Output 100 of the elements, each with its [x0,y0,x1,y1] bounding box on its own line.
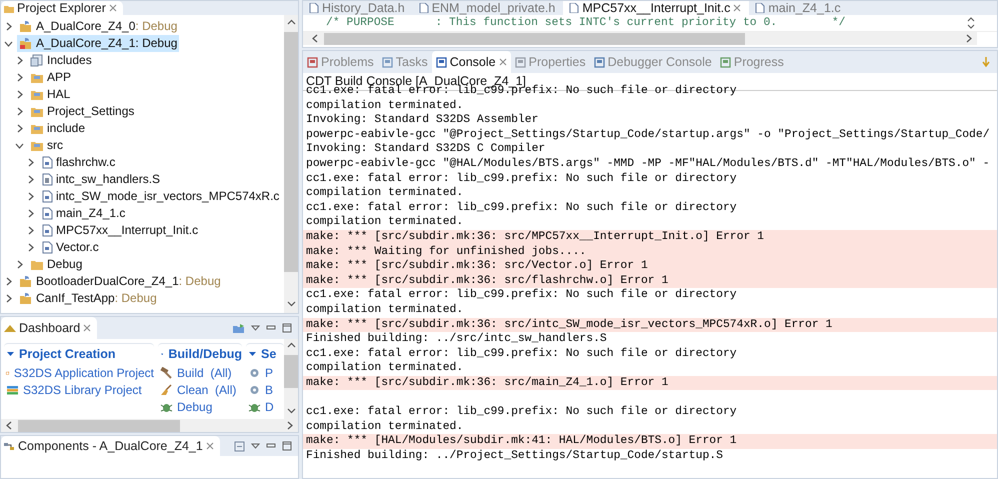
vertical-scrollbar[interactable] [284,339,298,419]
view-tab[interactable]: Project Explorer [1,1,123,15]
tree-item[interactable]: main_Z4_1.c [39,205,128,222]
dashboard-link[interactable]: S32DS Application Project [4,364,154,381]
library-icon [6,384,19,396]
collapse-icon [7,352,14,356]
editor-tab[interactable]: main_Z4_1.c [749,1,849,15]
console-line: Finished building: ../Project_Settings/Startup_Code/startup.S [305,448,724,464]
tree-item[interactable]: MPC57xx__Interrupt_Init.c [39,222,200,239]
scroll-left-icon[interactable] [5,421,14,430]
console-line: Invoking: Standard S32DS Assembler [305,113,540,128]
tree-item[interactable]: BootloaderDualCore_Z4_1: Debug [17,273,223,290]
broom-icon [160,384,173,396]
console-line: Invoking: Standard S32DS C Compiler [305,142,546,157]
console-line: cc1.exe: fatal error: lib_c99.prefix: No such file or directory [305,172,738,186]
console-line: powerpc-eabivle-gcc "@Project_Settings/Startup_Code/startup.args" -o "Project_Settings/Startup_Code/ [305,128,991,142]
dashboard-link[interactable]: Build (All) [158,364,242,381]
scroll-down-icon[interactable] [286,407,296,416]
view-tab-icon [436,56,447,68]
scroll-arrows-icon[interactable] [967,17,975,29]
console-line: compilation terminated. [305,215,464,230]
dashboard-link[interactable]: D [246,398,284,415]
scroll-left-icon[interactable] [311,34,320,43]
file-icon [41,241,53,254]
view-tab[interactable]: Console [432,51,511,73]
dashboard-link[interactable]: S32DS Library Project [4,381,154,398]
project-icon [19,37,33,50]
minimize-icon[interactable] [266,443,276,449]
scroll-down-icon[interactable] [286,300,296,309]
console-line: cc1.exe: fatal error: lib_c99.prefix: No such file or directory [305,288,738,303]
scroll-right-icon[interactable] [285,421,294,430]
tree-item[interactable]: Vector.c [39,239,101,256]
editor-tab[interactable]: History_Data.h [303,1,413,15]
folder-icon [30,258,44,271]
close-icon[interactable] [498,58,507,66]
hammer-icon [160,366,173,378]
tree-item[interactable]: intc_SW_mode_isr_vectors_MPC574xR.c [39,188,282,205]
includes-icon [30,54,44,67]
view-tab-icon [514,56,526,68]
vertical-scrollbar[interactable] [284,15,298,313]
file-icon [418,3,429,13]
folder-icon [30,139,44,152]
view-tab[interactable]: Dashboard [1,317,98,339]
close-icon[interactable] [733,4,742,12]
scroll-right-icon[interactable] [964,34,973,43]
dashboard-link[interactable]: Clean (All) [158,381,242,398]
view-tab-icon [307,56,318,68]
tree-item[interactable]: Debug [28,256,84,273]
tree-item[interactable]: HAL [28,86,72,103]
maximize-icon[interactable] [282,441,292,451]
tree-item[interactable]: A_DualCore_Z4_1: Debug [17,35,180,52]
dashboard-link[interactable]: Debug [158,398,242,415]
editor-tab[interactable]: ENM_model_private.h [412,1,564,15]
tree-item[interactable]: Includes [28,52,94,69]
close-icon[interactable] [206,442,214,450]
tree-item[interactable]: src [28,137,65,154]
project-icon [19,292,33,305]
section-header[interactable]: Build/Debug [158,343,242,364]
tree-item[interactable]: A_DualCore_Z4_0: Debug [17,18,180,35]
tree-item[interactable]: APP [28,69,74,86]
console-line: cc1.exe: fatal error: lib_c99.prefix: No such file or directory [305,346,738,362]
file-icon [41,224,53,237]
minimize-icon[interactable] [266,325,276,331]
console-line: cc1.exe: fatal error: lib_c99.prefix: No such file or directory [305,405,738,420]
file-icon [309,3,319,13]
collapse-all-icon[interactable] [234,440,245,452]
dashboard-link[interactable]: P [246,364,284,381]
close-icon[interactable] [83,324,92,332]
horizontal-scrollbar[interactable] [303,32,977,45]
file-icon [41,173,53,186]
tree-item[interactable]: Project_Settings [28,103,136,120]
section-header[interactable]: Project Creation [4,343,154,364]
project-icon [19,275,33,288]
view-menu-icon[interactable] [251,443,260,449]
folder-icon [4,4,14,12]
close-icon[interactable] [108,4,117,12]
file-icon [41,156,53,169]
components-icon [4,442,15,450]
console-line: compilation terminated. [305,186,464,201]
view-menu-icon[interactable] [251,325,260,331]
dashboard-link[interactable]: B [246,381,284,398]
gear-icon [248,366,261,378]
folder-icon [30,122,44,135]
tree-item[interactable]: include [28,120,88,137]
tree-item[interactable]: flashrchw.c [39,154,118,171]
console-line: Finished building: ../src/intc_sw_handlers.S [305,332,608,347]
horizontal-scrollbar[interactable] [1,419,298,432]
editor-tab[interactable]: MPC57xx__Interrupt_Init.c [563,1,750,15]
maximize-icon[interactable] [282,323,292,333]
console-line: powerpc-eabivle-gcc "@HAL/Modules/BTS.args" -MMD -MP -MF"HAL/Modules/BTS.d" -MT"HAL/Modules/BTS.o" - [305,156,991,172]
console-line: cc1.exe: fatal error: lib_c99.prefix: No such file or directory [305,200,738,216]
tree-item[interactable]: CanIf_TestApp: Debug [17,290,159,307]
tree-item[interactable]: intc_sw_handlers.S [39,171,162,188]
file-icon [41,207,53,220]
file-icon [569,3,580,13]
folder-icon [30,71,44,84]
project-icon [19,20,33,33]
view-tab-icon [720,56,731,68]
view-tab[interactable]: Components - A_DualCore_Z4_1 [1,436,220,456]
file-icon [755,3,766,13]
